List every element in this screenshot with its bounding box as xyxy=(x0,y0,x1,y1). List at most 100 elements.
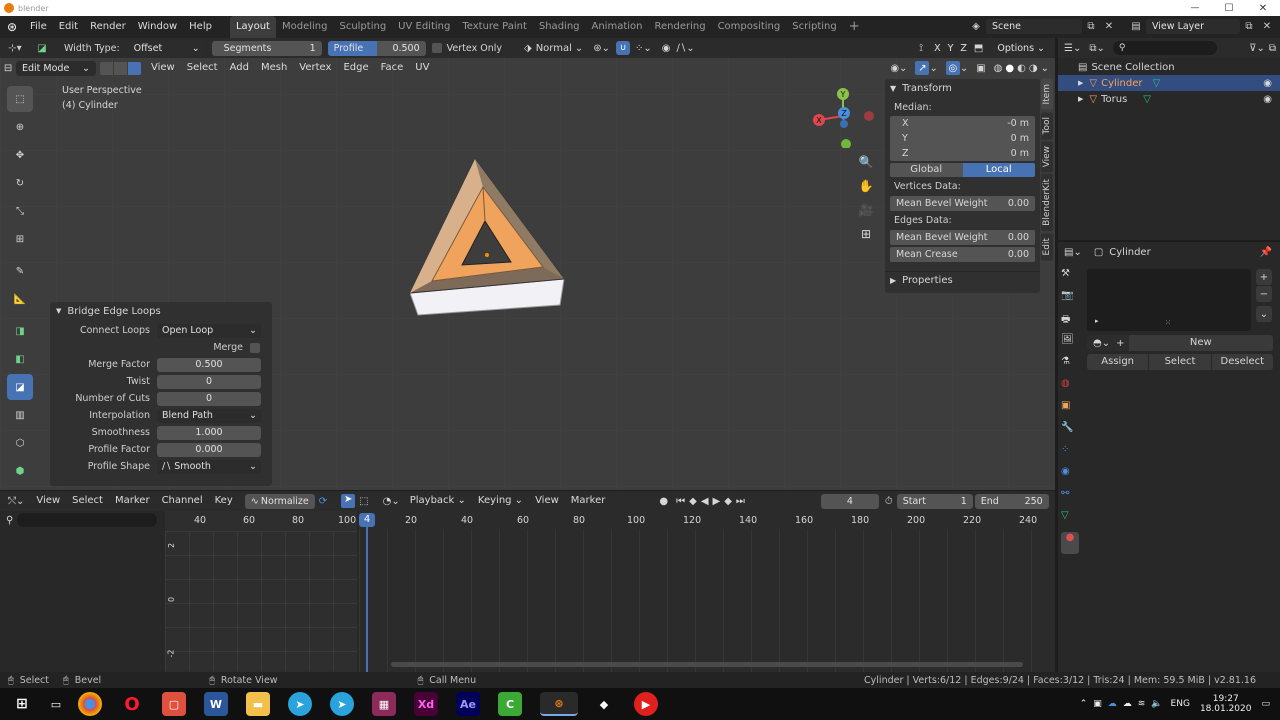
merge-factor-field[interactable]: 0.500 xyxy=(157,357,261,372)
expand-arrow-icon[interactable]: ▶ xyxy=(1078,95,1083,103)
play-icon[interactable]: ▶ xyxy=(713,496,721,507)
view-layer-tab-icon[interactable]: 🖼 xyxy=(1061,334,1079,356)
world-tab-icon[interactable]: ◍ xyxy=(1061,378,1079,400)
scene-tab-icon[interactable]: ⚗ xyxy=(1061,356,1079,378)
slot-menu-icon[interactable]: ⌄ xyxy=(1256,306,1272,322)
tl-menu-key[interactable]: Key xyxy=(209,491,239,511)
overlay-icon[interactable]: ◎ xyxy=(945,61,960,75)
add-workspace-icon[interactable]: + xyxy=(843,16,866,38)
telegram-icon[interactable]: ➤ xyxy=(288,692,312,716)
language-indicator[interactable]: ENG xyxy=(1171,699,1190,709)
gizmo-icon[interactable]: ↗ xyxy=(915,61,930,75)
current-frame-field[interactable]: 4 xyxy=(820,493,879,509)
merge-checkbox[interactable] xyxy=(250,342,260,353)
delete-scene-icon[interactable]: ✕ xyxy=(1100,21,1118,32)
normalize-toggle[interactable]: ∿ Normalize xyxy=(244,493,315,509)
solid-shading-icon[interactable]: ● xyxy=(1005,63,1014,74)
clock[interactable]: 19:27 18.01.2020 xyxy=(1200,694,1252,714)
only-selected-icon[interactable]: ➤ xyxy=(341,494,356,508)
app-red-icon[interactable]: ▢ xyxy=(162,692,186,716)
unity-icon[interactable]: ◆ xyxy=(592,692,616,716)
ortho-grid-icon[interactable]: ⊞ xyxy=(853,222,879,246)
pin-icon[interactable]: 📌 xyxy=(1260,247,1272,258)
playhead-frame-badge[interactable]: 4 xyxy=(359,513,375,527)
transform-tool-icon[interactable]: ⊞ xyxy=(7,226,33,252)
vertex-select-icon[interactable] xyxy=(100,61,113,75)
menu-help[interactable]: Help xyxy=(183,16,218,38)
global-toggle[interactable]: Global xyxy=(890,163,963,177)
telegram-desktop-icon[interactable]: ➤ xyxy=(330,692,354,716)
tab-edit[interactable]: Edit xyxy=(1041,233,1053,261)
material-tab-icon[interactable]: ● xyxy=(1061,532,1079,554)
camtasia-icon[interactable]: C xyxy=(498,692,522,716)
falloff-icon[interactable]: ∕∖⌄ xyxy=(677,43,695,54)
tab-compositing[interactable]: Compositing xyxy=(712,16,787,38)
smoothness-field[interactable]: 1.000 xyxy=(157,425,261,440)
jump-start-icon[interactable]: ⏮ xyxy=(676,496,685,507)
tab-shading[interactable]: Shading xyxy=(533,16,586,38)
move-tool-icon[interactable]: ✥ xyxy=(7,142,33,168)
tl-menu-select[interactable]: Select xyxy=(66,491,109,511)
cursor-tool-icon[interactable]: ⊕ xyxy=(7,114,33,140)
display-mode-icon[interactable]: ⧉⌄ xyxy=(1089,43,1105,54)
render-tab-icon[interactable]: 📷 xyxy=(1061,290,1079,312)
operator-panel-header[interactable]: ▼ Bridge Edge Loops xyxy=(50,302,272,320)
list-expand-icon[interactable]: ▸ xyxy=(1095,317,1099,325)
xray-icon[interactable]: ▣ xyxy=(976,63,985,74)
vp-menu-add[interactable]: Add xyxy=(224,58,255,78)
editor-type-icon[interactable]: ⊹▾ xyxy=(0,43,30,54)
mirror-icon[interactable]: ⟟ xyxy=(914,43,928,54)
tl-view-menu[interactable]: View xyxy=(529,491,565,511)
outliner-row-cylinder[interactable]: ▶ ▽ Cylinder ▽ ◉ xyxy=(1058,75,1280,91)
interpolation-dropdown[interactable]: Blend Path ⌄ xyxy=(157,408,261,423)
modifier-tab-icon[interactable]: 🔧 xyxy=(1061,422,1079,444)
vp-menu-face[interactable]: Face xyxy=(375,58,410,78)
data-tab-icon[interactable]: ▽ xyxy=(1061,510,1079,532)
number-of-cuts-field[interactable]: 0 xyxy=(157,391,261,406)
playback-menu[interactable]: Playback ⌄ xyxy=(404,491,472,511)
axis-x-toggle[interactable]: X xyxy=(931,40,944,56)
vp-menu-uv[interactable]: UV xyxy=(409,58,435,78)
playhead-line[interactable] xyxy=(366,527,368,672)
rotate-tool-icon[interactable]: ↻ xyxy=(7,170,33,196)
face-select-icon[interactable] xyxy=(128,61,141,75)
volume-icon[interactable]: 🔈 xyxy=(1151,699,1162,709)
knife-tool-icon[interactable]: ⬡ xyxy=(7,430,33,456)
measure-tool-icon[interactable]: 📐 xyxy=(7,286,33,312)
gizmo-dropdown-icon[interactable]: ⌄ xyxy=(929,63,937,74)
vp-menu-vertex[interactable]: Vertex xyxy=(293,58,337,78)
visibility-eye-icon[interactable]: ◉ xyxy=(1263,78,1272,89)
view-layer-selector[interactable]: ▤ View Layer ⧉ ✕ xyxy=(1126,19,1276,34)
notifications-icon[interactable]: ▭ xyxy=(1261,699,1270,709)
tl-menu-channel[interactable]: Channel xyxy=(156,491,209,511)
menu-render[interactable]: Render xyxy=(84,16,132,38)
tl-marker-menu[interactable]: Marker xyxy=(565,491,612,511)
word-icon[interactable]: W xyxy=(204,692,228,716)
axis-z-toggle[interactable]: Z xyxy=(957,40,970,56)
orientation-dropdown[interactable]: ⬗ Normal ⌄ xyxy=(524,43,583,54)
new-material-button[interactable]: New xyxy=(1128,335,1273,351)
start-frame-field[interactable]: Start 1 xyxy=(896,493,973,509)
refresh-icon[interactable]: ⟳ xyxy=(319,496,327,507)
adobe-xd-icon[interactable]: Xd xyxy=(414,692,438,716)
minimize-button[interactable]: — xyxy=(1178,3,1212,13)
editor-type-icon[interactable]: ⊟ xyxy=(4,63,12,74)
segments-field[interactable]: Segments 1 xyxy=(211,40,322,56)
outliner-search-input[interactable]: ⚲ xyxy=(1112,41,1217,55)
channel-search-input[interactable] xyxy=(17,513,158,527)
left-graph-region[interactable]: 40 60 80 100 2 0 -2 xyxy=(165,511,357,672)
vp-menu-select[interactable]: Select xyxy=(181,58,224,78)
material-slot-list[interactable]: ▸ ⁙ xyxy=(1087,269,1251,331)
options-dropdown[interactable]: Options ⌄ xyxy=(991,40,1051,56)
tl-menu-view[interactable]: View xyxy=(30,491,66,511)
view-layer-field[interactable]: View Layer xyxy=(1146,19,1240,34)
editor-type-icon[interactable]: ☰⌄ xyxy=(1064,43,1081,54)
file-explorer-icon[interactable]: ▬ xyxy=(246,692,270,716)
loop-cut-tool-icon[interactable]: ▥ xyxy=(7,402,33,428)
connect-loops-dropdown[interactable]: Open Loop ⌄ xyxy=(157,323,261,338)
menu-file[interactable]: File xyxy=(24,16,53,38)
cylinder-mesh[interactable] xyxy=(400,153,575,323)
youtube-icon[interactable]: ▶ xyxy=(634,692,658,716)
local-toggle[interactable]: Local xyxy=(962,163,1035,177)
blender-menu-icon[interactable]: ⊛ xyxy=(0,16,24,38)
